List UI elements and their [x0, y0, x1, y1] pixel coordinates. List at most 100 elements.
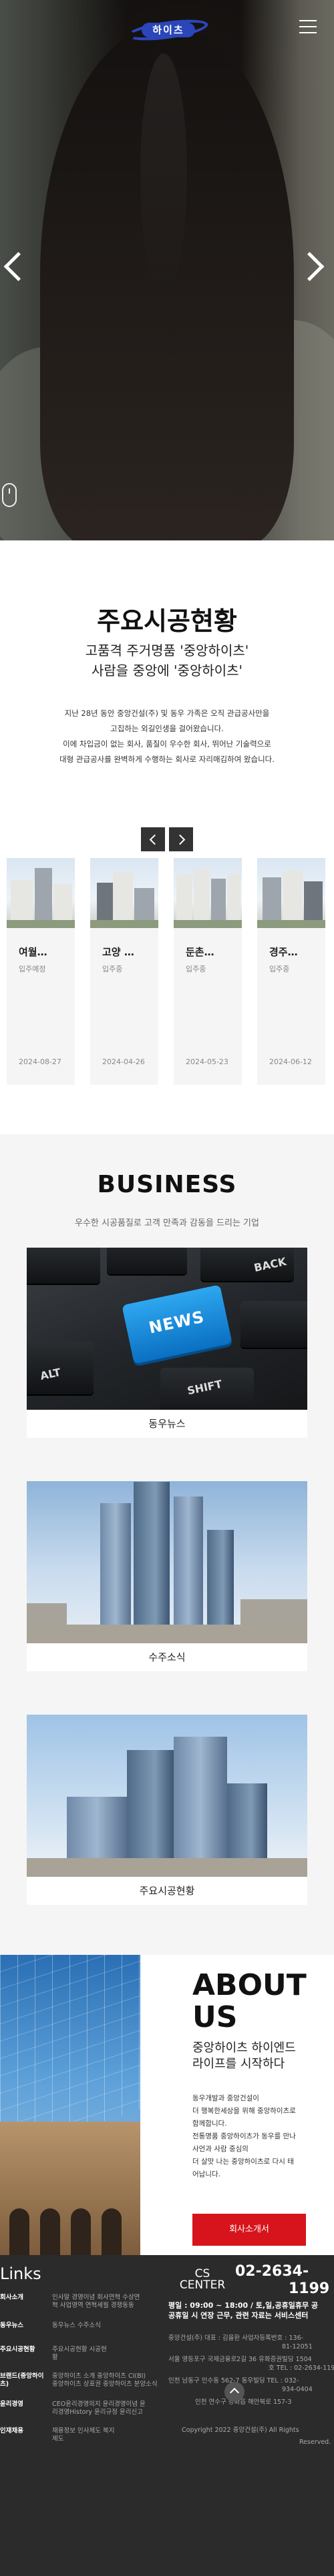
about-description-line: 사언과 사람 중심의	[192, 2145, 248, 2153]
copyright-line: Reserved.	[299, 2439, 331, 2446]
project-photo	[174, 858, 242, 928]
site-logo[interactable]: 하이츠	[126, 15, 210, 45]
copyright-line: Copyright 2022 중앙건설(주) All Rights	[182, 2427, 299, 2434]
footer-link-body[interactable]: 중앙하이츠 소개 중앙하이츠 CI(BI) 중앙하이츠 상표권 중앙하이츠 분양…	[52, 2373, 166, 2389]
cs-phone-line[interactable]: 1199	[235, 2280, 334, 2298]
footer-link-text[interactable]: 주요시공현황 시공현	[52, 2346, 166, 2354]
keyboard-news-photo: BACK NEWS ALT SHIFT	[27, 1248, 307, 1410]
business-card-orders[interactable]: 수주소식	[27, 1481, 307, 1671]
footer-link-text[interactable]: 혁 사업영역 연혁세월 경쟁동동	[52, 2302, 166, 2310]
project-status: 입주중	[186, 965, 206, 973]
about-subtitle-line: 중앙하이츠 하이엔드	[192, 2041, 296, 2055]
cs-phone-number[interactable]: 02-2634- 1199	[235, 2263, 334, 2298]
project-photo	[257, 858, 325, 928]
project-date: 2024-05-23	[186, 1057, 228, 1066]
footer-link-body[interactable]: 인사말 경영이념 회사연혁 수상연 혁 사업영역 연혁세월 경쟁동동	[52, 2294, 166, 2310]
footer-link-body[interactable]: 주요시공현황 시공현 황	[52, 2346, 166, 2362]
company-address: 인천 연수구 강화읍 해안북로 157-3	[195, 2399, 292, 2406]
footer-link-text[interactable]: 채용정보 인사제도 복지	[52, 2427, 166, 2435]
project-name: 여월…	[19, 946, 47, 958]
about-title-line: ABOUT	[192, 1968, 307, 2002]
about-building-photo	[0, 1955, 140, 2255]
about-description: 동우개발과 중앙건설이 더 행복한세상을 위해 중앙하이츠로 함께합니다. 전통…	[192, 2092, 326, 2181]
news-key-label: NEWS	[147, 1307, 206, 1338]
business-card-label: 동우뉴스	[148, 1418, 186, 1430]
cs-phone-line[interactable]: 02-2634-	[235, 2263, 334, 2280]
company-address: 934-0404	[282, 2386, 313, 2393]
footer-link-body[interactable]: CEO윤리경영의지 윤리경영이념 윤 리경영History 윤리규정 윤리신고	[52, 2401, 166, 2417]
office-building-photo	[27, 1715, 307, 1877]
footer-links-title: Links	[0, 2264, 41, 2283]
section-subtitle: 우수한 시공품질로 고객 만족과 감동을 드리는 기업	[75, 1218, 259, 1228]
construction-status-section: 주요시공현황 고품격 주거명품 '중앙하이츠' 사람을 중앙에 '중앙하이츠' …	[0, 540, 334, 1134]
hero-banner: 하이츠	[0, 0, 334, 540]
business-card-news[interactable]: BACK NEWS ALT SHIFT 동우뉴스	[27, 1248, 307, 1438]
company-info: 중앙건설(주) 대표 : 김을환 사업자등록번호 : 136-	[168, 2334, 304, 2342]
description-line: 대형 관급공사를 완벽하게 수행하는 회사로 자리매김하여 왔습니다.	[59, 755, 275, 764]
hamburger-menu-icon[interactable]	[299, 20, 317, 35]
description-line: 이에 차입금이 없는 회사, 품질이 우수한 회사, 뛰어난 기술력으로	[63, 739, 271, 749]
about-description-line: 함께합니다.	[192, 2120, 227, 2128]
cs-center-label: CS CENTER	[179, 2268, 226, 2291]
site-footer: Links 회사소개 인사말 경영이념 회사연혁 수상연 혁 사업영역 연혁세월…	[0, 2255, 334, 2576]
project-status: 입주중	[269, 965, 290, 973]
chevron-right-icon[interactable]	[299, 248, 323, 286]
business-card-label: 주요시공현황	[139, 1885, 195, 1897]
company-address: 서울 영등포구 국제금융로2길 36 유화증권빌딩 1504	[168, 2356, 312, 2363]
footer-link-body[interactable]: 채용정보 인사제도 복지 제도	[52, 2427, 166, 2443]
cs-hours-line: 평일 : 09:00 ~ 18:00 / 토,일,공휴일휴무 공	[168, 2301, 319, 2310]
cs-hours-line: 공휴일 시 연장 근무, 관련 자료는 서비스센터	[168, 2311, 309, 2320]
project-status: 입주예정	[19, 965, 46, 973]
business-card-construction[interactable]: 주요시공현황	[27, 1715, 307, 1905]
about-description-line: 어납니다.	[192, 2170, 220, 2178]
cs-hours: 평일 : 09:00 ~ 18:00 / 토,일,공휴일휴무 공 공휴일 시 연…	[168, 2300, 334, 2320]
project-card[interactable]: 여월… 입주예정 2024-08-27	[7, 858, 75, 1085]
project-status: 입주중	[102, 965, 123, 973]
project-card[interactable]: 경주… 입주중 2024-06-12	[257, 858, 325, 1085]
footer-link-body[interactable]: 동우뉴스 수주소식	[52, 2322, 166, 2330]
footer-link-head[interactable]: 주요시공현황	[0, 2346, 48, 2354]
section-description: 지난 28년 동안 중앙건설(주) 및 동우 가족은 오직 관급공사만을 고집하…	[27, 706, 307, 767]
subtitle-line: 사람을 중앙에 '중앙하이츠'	[91, 663, 243, 679]
description-line: 고집하는 외길인생을 걸어왔습니다.	[110, 724, 224, 733]
logo-text: 하이츠	[142, 23, 195, 37]
cs-label-line: CENTER	[179, 2278, 226, 2292]
scroll-top-icon[interactable]	[224, 2382, 244, 2402]
project-date: 2024-08-27	[19, 1057, 61, 1066]
about-title-line: US	[192, 2000, 238, 2034]
footer-link-head[interactable]: 브랜드(중앙하이츠)	[0, 2373, 48, 2389]
project-card[interactable]: 고양 … 입주중 2024-04-26	[90, 858, 158, 1085]
footer-link-text[interactable]: 리경영History 윤리규정 윤리신고	[52, 2409, 166, 2417]
about-description-line: 더 살맛 나는 중앙하이츠로 다시 태	[192, 2158, 294, 2166]
footer-link-text[interactable]: 중앙하이츠 상표권 중앙하이츠 분양소식	[52, 2381, 166, 2389]
footer-link-text[interactable]: 제도	[52, 2435, 166, 2443]
copyright: Copyright 2022 중앙건설(주) All Rights Reserv…	[168, 2425, 334, 2449]
site-header: 하이츠	[0, 0, 334, 60]
news-key: NEWS	[122, 1284, 232, 1364]
subtitle-line: 고품격 주거명품 '중앙하이츠'	[85, 642, 249, 659]
company-info: 81-12051	[282, 2343, 313, 2350]
footer-link-text[interactable]: 인사말 경영이념 회사연혁 수상연	[52, 2294, 166, 2302]
about-section: ABOUT US 중앙하이츠 하이엔드 라이프를 시작하다 동우개발과 중앙건설…	[0, 1955, 334, 2255]
skyscraper-photo	[27, 1481, 307, 1643]
company-address: 호 TEL : 02-2634-1199	[269, 2365, 334, 2372]
footer-link-text[interactable]: CEO윤리경영의지 윤리경영이념 윤	[52, 2401, 166, 2409]
project-name: 고양 …	[102, 946, 134, 958]
slider-next-button[interactable]	[169, 827, 193, 851]
slider-prev-button[interactable]	[141, 827, 165, 851]
footer-link-head[interactable]: 회사소개	[0, 2294, 48, 2302]
footer-link-text[interactable]: 황	[52, 2354, 166, 2362]
footer-link-head[interactable]: 동우뉴스	[0, 2322, 48, 2330]
chevron-left-icon[interactable]	[0, 248, 24, 286]
footer-link-head[interactable]: 인재채용	[0, 2427, 48, 2435]
footer-link-text[interactable]: 중앙하이츠 소개 중앙하이츠 CI(BI)	[52, 2373, 166, 2381]
footer-link-head[interactable]: 윤리경영	[0, 2401, 48, 2409]
company-brochure-button[interactable]: 회사소개서	[192, 2214, 306, 2246]
business-card-label: 수주소식	[148, 1651, 186, 1663]
project-name: 경주…	[269, 946, 298, 958]
project-card[interactable]: 둔촌… 입주중 2024-05-23	[174, 858, 242, 1085]
footer-link-text[interactable]: 동우뉴스 수주소식	[52, 2322, 166, 2330]
section-title: 주요시공현황	[97, 606, 237, 636]
about-subtitle: 중앙하이츠 하이엔드 라이프를 시작하다	[192, 2040, 326, 2072]
project-date: 2024-06-12	[269, 1057, 312, 1066]
